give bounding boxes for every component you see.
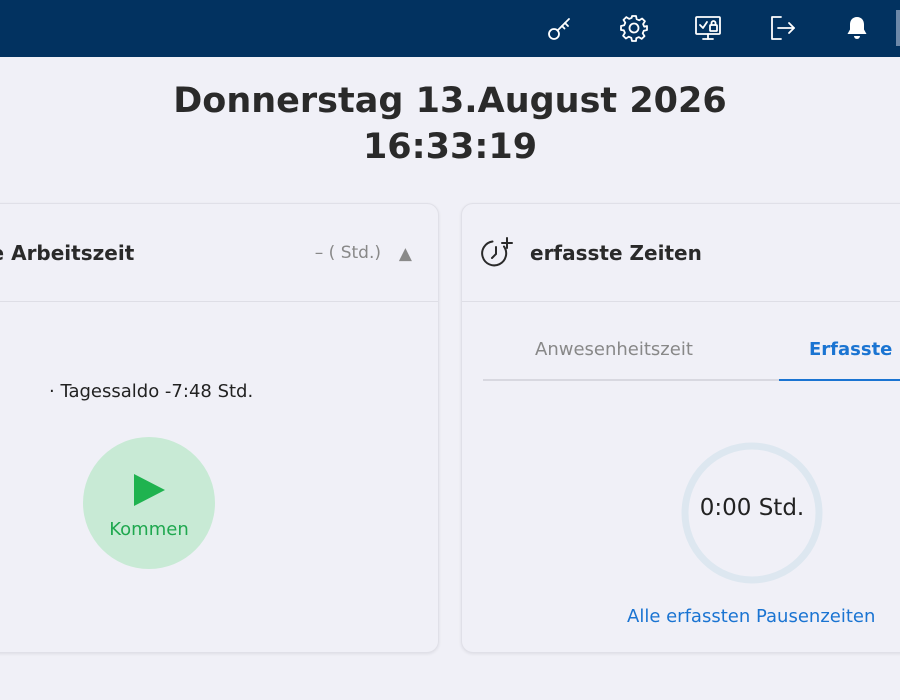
come-button-label: Kommen [109,519,189,540]
recorded-times-card: erfasste Zeiten Anwesenheitszeit Erfasst… [461,203,900,653]
work-time-hours-hint: – ( Std.) [314,243,381,263]
bell-icon[interactable] [837,8,877,48]
key-icon[interactable] [540,8,580,48]
break-time-value: 0:00 Std. [699,495,805,521]
monitor-lock-icon[interactable] [688,8,728,48]
current-date: Donnerstag 13.August 2026 [173,81,727,121]
break-time-ring: 0:00 Std. [680,441,824,585]
top-bar [0,0,900,57]
time-tabs: Anwesenheitszeit Erfasste P [483,302,900,381]
logout-icon[interactable] [762,8,802,48]
daily-balance: · Tagessaldo -7:48 Std. [49,381,254,402]
clock-plus-icon [481,237,513,267]
current-time: 16:33:19 [362,127,538,167]
user-avatar-edge[interactable] [896,10,900,46]
play-icon [134,474,165,506]
active-tab-indicator [779,379,900,381]
date-time-heading: Donnerstag 13.August 2026 16:33:19 [0,78,900,170]
gear-icon[interactable] [614,8,654,48]
collapse-caret-icon[interactable]: ▲ [399,244,412,264]
all-breaks-link[interactable]: Alle erfassten Pausenzeiten [627,606,875,627]
work-time-card-header[interactable]: te Arbeitszeit – ( Std.) ▲ [0,204,438,302]
recorded-times-card-title: erfasste Zeiten [530,241,702,265]
come-button[interactable]: Kommen [83,437,215,569]
tab-recorded-breaks[interactable]: Erfasste P [809,339,900,360]
work-time-card: te Arbeitszeit – ( Std.) ▲ · Tagessaldo … [0,203,439,653]
recorded-times-card-header: erfasste Zeiten [462,204,900,302]
tab-attendance-time[interactable]: Anwesenheitszeit [535,339,693,360]
work-time-card-title: te Arbeitszeit [0,241,135,265]
